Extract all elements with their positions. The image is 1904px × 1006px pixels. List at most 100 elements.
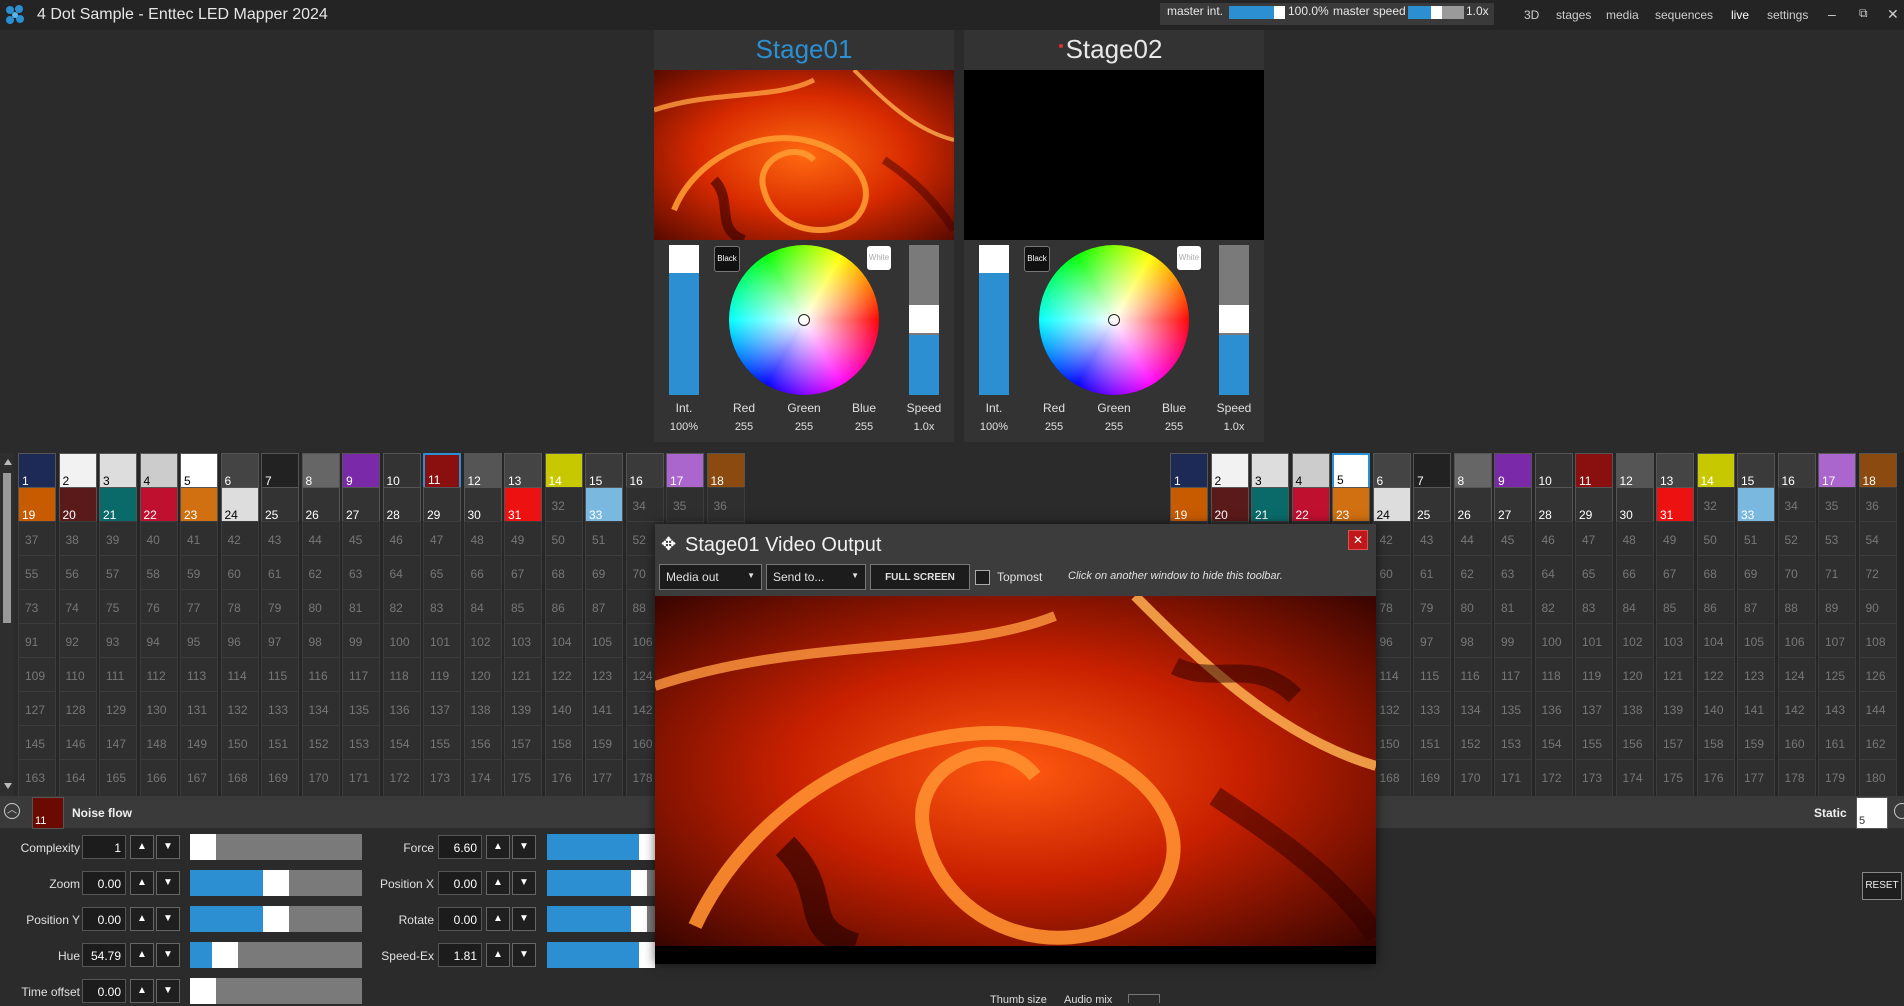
media-cell-170[interactable]: 170 <box>1453 759 1492 797</box>
effect-thumb[interactable]: 11 <box>32 797 64 829</box>
param-slider[interactable] <box>547 906 655 932</box>
media-cell-99[interactable]: 99 <box>342 623 380 661</box>
media-cell-167[interactable]: 167 <box>180 759 218 797</box>
media-cell-3[interactable]: 3 <box>1251 453 1289 491</box>
media-cell-169[interactable]: 169 <box>261 759 299 797</box>
media-cell-33[interactable]: 33 <box>585 487 623 525</box>
media-cell-87[interactable]: 87 <box>585 589 623 627</box>
media-cell-34[interactable]: 34 <box>1777 487 1816 525</box>
media-cell-96[interactable]: 96 <box>220 623 259 661</box>
media-cell-96[interactable]: 96 <box>1372 623 1411 661</box>
media-cell-65[interactable]: 65 <box>1575 555 1613 593</box>
media-cell-45[interactable]: 45 <box>1494 521 1532 559</box>
media-cell-14[interactable]: 14 <box>544 453 583 491</box>
media-cell-141[interactable]: 141 <box>1737 691 1775 729</box>
media-cell-80[interactable]: 80 <box>301 589 340 627</box>
effect-thumb-right[interactable]: 5 <box>1856 797 1888 829</box>
media-cell-112[interactable]: 112 <box>139 657 178 695</box>
media-cell-133[interactable]: 133 <box>261 691 299 729</box>
media-cell-173[interactable]: 173 <box>423 759 461 797</box>
media-cell-43[interactable]: 43 <box>261 521 299 559</box>
media-cell-136[interactable]: 136 <box>382 691 421 729</box>
increment-button[interactable]: ▲ <box>130 943 154 967</box>
media-cell-103[interactable]: 103 <box>1656 623 1694 661</box>
param-input[interactable]: 1 <box>82 835 126 859</box>
media-cell-82[interactable]: 82 <box>382 589 421 627</box>
media-cell-94[interactable]: 94 <box>139 623 178 661</box>
media-cell-49[interactable]: 49 <box>504 521 542 559</box>
media-cell-81[interactable]: 81 <box>1494 589 1532 627</box>
media-cell-49[interactable]: 49 <box>1656 521 1694 559</box>
media-cell-23[interactable]: 23 <box>1332 487 1370 525</box>
media-cell-28[interactable]: 28 <box>382 487 421 525</box>
media-cell-85[interactable]: 85 <box>504 589 542 627</box>
media-cell-166[interactable]: 166 <box>139 759 178 797</box>
decrement-button[interactable]: ▼ <box>512 907 536 931</box>
media-cell-97[interactable]: 97 <box>261 623 299 661</box>
media-cell-60[interactable]: 60 <box>1372 555 1411 593</box>
media-cell-122[interactable]: 122 <box>544 657 583 695</box>
media-cell-4[interactable]: 4 <box>1291 453 1330 491</box>
intensity-slider[interactable] <box>979 245 1009 395</box>
nav-live[interactable]: live <box>1731 8 1749 22</box>
media-cell-171[interactable]: 171 <box>342 759 380 797</box>
param-slider[interactable] <box>190 942 362 968</box>
param-slider[interactable] <box>190 978 362 1004</box>
increment-button[interactable]: ▲ <box>130 871 154 895</box>
master-speed-slider[interactable] <box>1408 6 1464 19</box>
media-cell-133[interactable]: 133 <box>1413 691 1451 729</box>
media-cell-145[interactable]: 145 <box>18 725 56 763</box>
media-cell-176[interactable]: 176 <box>1696 759 1735 797</box>
media-cell-40[interactable]: 40 <box>139 521 178 559</box>
media-cell-19[interactable]: 19 <box>1170 487 1208 525</box>
media-cell-72[interactable]: 72 <box>1858 555 1897 593</box>
media-cell-114[interactable]: 114 <box>1372 657 1411 695</box>
media-cell-14[interactable]: 14 <box>1696 453 1735 491</box>
nav-media[interactable]: media <box>1606 8 1639 22</box>
media-cell-150[interactable]: 150 <box>1372 725 1411 763</box>
media-cell-168[interactable]: 168 <box>1372 759 1411 797</box>
media-cell-42[interactable]: 42 <box>1372 521 1411 559</box>
media-cell-116[interactable]: 116 <box>301 657 340 695</box>
white-swatch[interactable]: White <box>867 246 891 270</box>
media-cell-30[interactable]: 30 <box>463 487 502 525</box>
media-cell-177[interactable]: 177 <box>585 759 623 797</box>
media-cell-179[interactable]: 179 <box>1818 759 1856 797</box>
media-cell-148[interactable]: 148 <box>139 725 178 763</box>
master-int-slider[interactable] <box>1229 6 1285 19</box>
media-cell-130[interactable]: 130 <box>139 691 178 729</box>
media-cell-147[interactable]: 147 <box>99 725 137 763</box>
media-cell-120[interactable]: 120 <box>463 657 502 695</box>
media-cell-55[interactable]: 55 <box>18 555 56 593</box>
media-cell-172[interactable]: 172 <box>382 759 421 797</box>
media-cell-134[interactable]: 134 <box>301 691 340 729</box>
media-cell-51[interactable]: 51 <box>1737 521 1775 559</box>
media-cell-134[interactable]: 134 <box>1453 691 1492 729</box>
media-cell-46[interactable]: 46 <box>382 521 421 559</box>
media-cell-141[interactable]: 141 <box>585 691 623 729</box>
media-cell-127[interactable]: 127 <box>18 691 56 729</box>
media-cell-144[interactable]: 144 <box>1858 691 1897 729</box>
stage-preview[interactable] <box>964 70 1264 240</box>
media-cell-10[interactable]: 10 <box>382 453 421 491</box>
param-input[interactable]: 0.00 <box>438 871 482 895</box>
media-cell-107[interactable]: 107 <box>1818 623 1856 661</box>
media-cell-165[interactable]: 165 <box>99 759 137 797</box>
media-cell-69[interactable]: 69 <box>585 555 623 593</box>
media-cell-164[interactable]: 164 <box>58 759 97 797</box>
media-cell-3[interactable]: 3 <box>99 453 137 491</box>
media-cell-151[interactable]: 151 <box>261 725 299 763</box>
media-cell-157[interactable]: 157 <box>1656 725 1694 763</box>
media-cell-139[interactable]: 139 <box>504 691 542 729</box>
media-cell-153[interactable]: 153 <box>342 725 380 763</box>
media-cell-6[interactable]: 6 <box>220 453 259 491</box>
media-cell-113[interactable]: 113 <box>180 657 218 695</box>
full-screen-button[interactable]: FULL SCREEN <box>870 564 970 590</box>
media-cell-39[interactable]: 39 <box>99 521 137 559</box>
increment-button[interactable]: ▲ <box>130 835 154 859</box>
media-cell-31[interactable]: 31 <box>1656 487 1694 525</box>
media-cell-128[interactable]: 128 <box>58 691 97 729</box>
media-cell-78[interactable]: 78 <box>1372 589 1411 627</box>
media-cell-100[interactable]: 100 <box>382 623 421 661</box>
media-cell-29[interactable]: 29 <box>423 487 461 525</box>
